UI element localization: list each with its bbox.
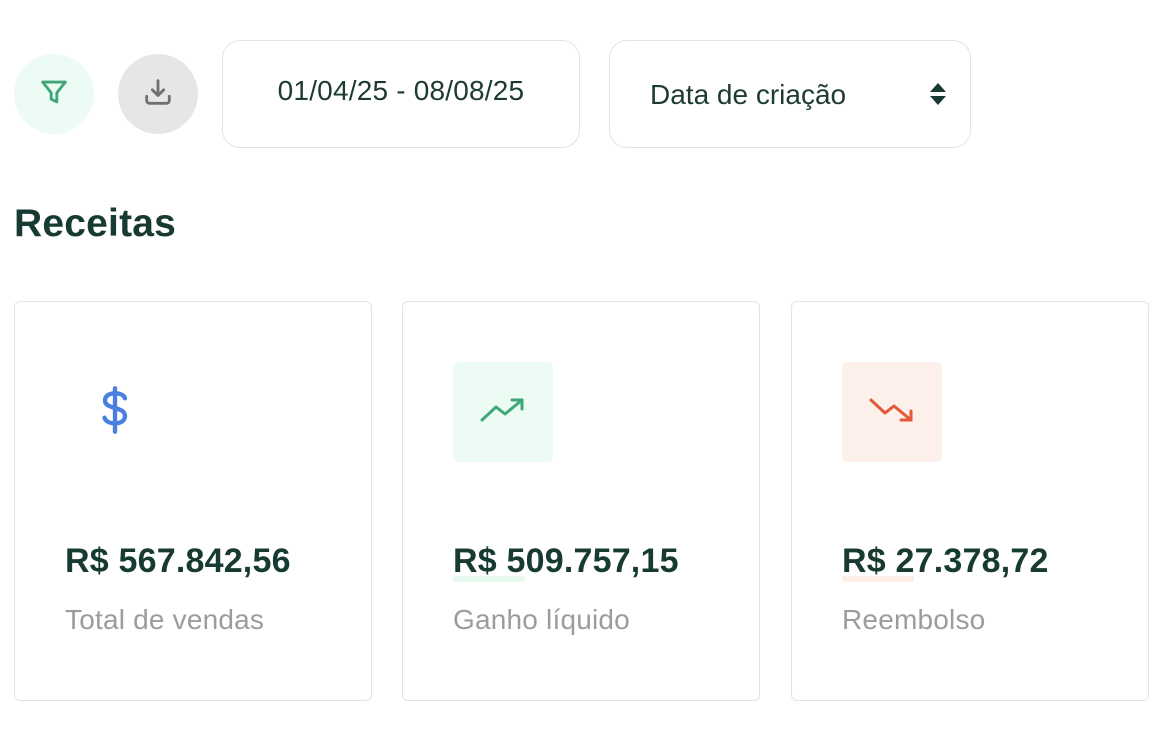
card-icon-wrapper	[453, 362, 553, 462]
refund-amount: R$ 27.378,72	[842, 542, 1049, 580]
total-sales-label: Total de vendas	[65, 604, 265, 635]
stat-card-total-sales: R$ 567.842,56 Total de vendas	[14, 301, 372, 701]
date-range-picker[interactable]: 01/04/25 - 08/08/25	[222, 40, 580, 148]
total-sales-amount: R$ 567.842,56	[65, 542, 291, 580]
revenue-page: 01/04/25 - 08/08/25 Data de criação Rece…	[0, 0, 1168, 742]
net-gain-amount: R$ 509.757,15	[453, 542, 679, 580]
net-gain-label: Ganho líquido	[453, 604, 630, 635]
card-icon-wrapper	[842, 362, 942, 462]
section-title: Receitas	[14, 202, 177, 245]
filter-button[interactable]	[14, 54, 94, 134]
stat-card-refund: R$ 27.378,72 Reembolso	[791, 301, 1149, 701]
card-icon-wrapper	[65, 362, 165, 462]
sort-select-value: Data de criação	[650, 79, 847, 110]
download-icon	[141, 75, 175, 114]
dollar-icon	[95, 384, 135, 441]
filter-icon	[37, 75, 71, 114]
trending-up-icon	[479, 395, 527, 430]
sort-arrows-icon	[928, 81, 948, 107]
filter-toolbar: 01/04/25 - 08/08/25 Data de criação	[14, 40, 1154, 150]
sort-select[interactable]: Data de criação	[609, 40, 971, 148]
download-button[interactable]	[118, 54, 198, 134]
trending-down-icon	[868, 395, 916, 430]
refund-label: Reembolso	[842, 604, 986, 635]
stat-card-net-gain: R$ 509.757,15 Ganho líquido	[402, 301, 760, 701]
date-range-value: 01/04/25 - 08/08/25	[277, 75, 525, 106]
